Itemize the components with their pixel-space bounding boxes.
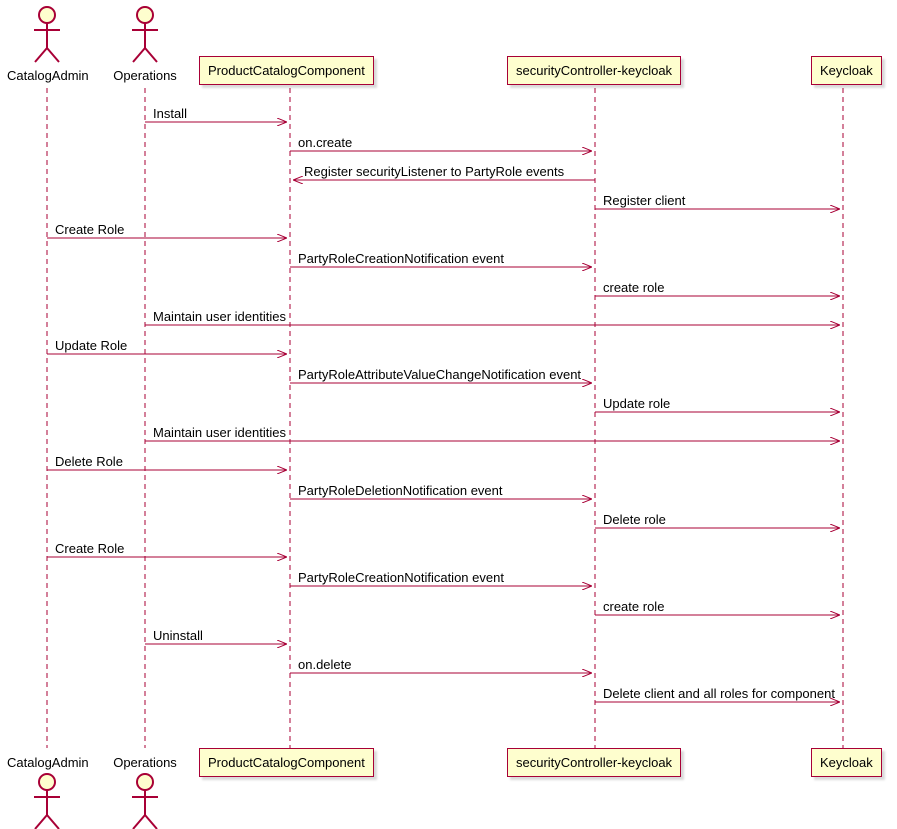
msg-update-role-kc: Update role	[603, 396, 670, 411]
actor-operations-bottom: Operations	[112, 755, 178, 770]
sequence-diagram: CatalogAdmin Operations ProductCatalogCo…	[0, 0, 897, 829]
msg-delete-client: Delete client and all roles for componen…	[603, 686, 835, 701]
msg-maintain-identities-2: Maintain user identities	[153, 425, 286, 440]
participant-security-controller-top: securityController-keycloak	[507, 56, 681, 85]
participant-security-controller-bottom: securityController-keycloak	[507, 748, 681, 777]
participant-product-catalog-top: ProductCatalogComponent	[199, 56, 374, 85]
participant-product-catalog-bottom: ProductCatalogComponent	[199, 748, 374, 777]
msg-delete-role: Delete Role	[55, 454, 123, 469]
msg-partyrole-creation-2: PartyRoleCreationNotification event	[298, 570, 504, 585]
msg-create-role-1: Create Role	[55, 222, 124, 237]
msg-maintain-identities-1: Maintain user identities	[153, 309, 286, 324]
actor-catalog-admin-bottom: CatalogAdmin	[7, 755, 87, 770]
msg-partyrole-creation-1: PartyRoleCreationNotification event	[298, 251, 504, 266]
participant-keycloak-top: Keycloak	[811, 56, 882, 85]
diagram-svg	[0, 0, 897, 829]
msg-on-create: on.create	[298, 135, 352, 150]
msg-create-role-kc-2: create role	[603, 599, 664, 614]
msg-register-listener: Register securityListener to PartyRole e…	[304, 164, 564, 179]
actor-catalog-admin-top: CatalogAdmin	[7, 68, 87, 83]
msg-delete-role-kc: Delete role	[603, 512, 666, 527]
msg-partyrole-attr-change: PartyRoleAttributeValueChangeNotificatio…	[298, 367, 581, 382]
msg-uninstall: Uninstall	[153, 628, 203, 643]
msg-on-delete: on.delete	[298, 657, 352, 672]
msg-update-role: Update Role	[55, 338, 127, 353]
msg-create-role-2: Create Role	[55, 541, 124, 556]
msg-partyrole-deletion: PartyRoleDeletionNotification event	[298, 483, 503, 498]
msg-register-client: Register client	[603, 193, 685, 208]
msg-install: Install	[153, 106, 187, 121]
msg-create-role-kc-1: create role	[603, 280, 664, 295]
participant-keycloak-bottom: Keycloak	[811, 748, 882, 777]
actor-operations-top: Operations	[112, 68, 178, 83]
